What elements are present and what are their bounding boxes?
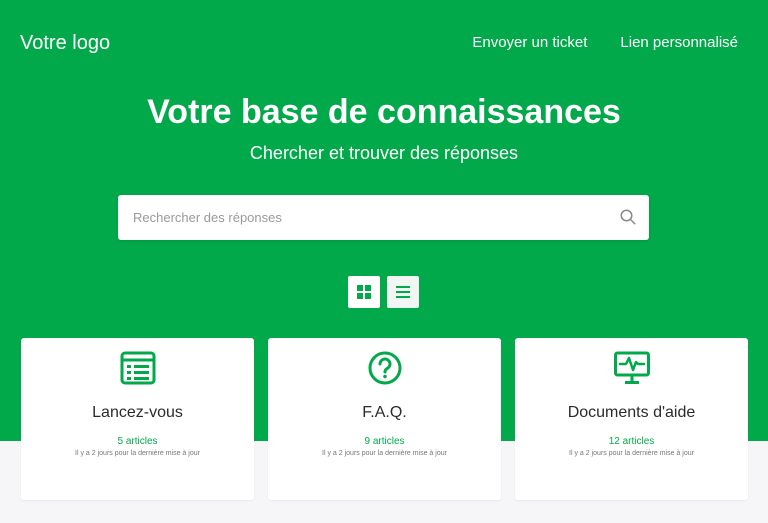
grid-icon [357, 285, 371, 299]
page-subtitle: Chercher et trouver des réponses [249, 143, 519, 163]
category-card-faq[interactable]: F.A.Q. 9 articles Il y a 2 jours pour la… [268, 338, 501, 500]
category-card-help-docs[interactable]: Documents d'aide 12 articles Il y a 2 jo… [515, 338, 748, 500]
view-toggle [348, 276, 419, 308]
list-icon [396, 286, 410, 298]
nav-link-send-ticket[interactable]: Envoyer un ticket [472, 33, 587, 53]
search-input[interactable] [118, 195, 649, 240]
page-title: Votre base de connaissances [147, 93, 621, 131]
card-title: F.A.Q. [362, 404, 407, 421]
category-card-getting-started[interactable]: Lancez-vous 5 articles Il y a 2 jours po… [21, 338, 254, 500]
last-updated: Il y a 2 jours pour la dernière mise à j… [569, 450, 694, 457]
last-updated: Il y a 2 jours pour la dernière mise à j… [75, 450, 200, 457]
card-title: Lancez-vous [92, 404, 183, 421]
search-icon[interactable] [619, 208, 637, 226]
top-nav: Envoyer un ticket Lien personnalisé [472, 33, 738, 53]
question-circle-icon [368, 351, 401, 385]
nav-link-custom[interactable]: Lien personnalisé [620, 33, 738, 53]
article-count: 12 articles [608, 436, 655, 447]
card-title: Documents d'aide [567, 404, 696, 421]
list-view-button[interactable] [387, 276, 419, 308]
last-updated: Il y a 2 jours pour la dernière mise à j… [322, 450, 447, 457]
logo[interactable]: Votre logo [20, 31, 110, 55]
search-bar [118, 195, 649, 240]
grid-view-button[interactable] [348, 276, 380, 308]
article-count: 9 articles [364, 436, 405, 447]
category-cards: Lancez-vous 5 articles Il y a 2 jours po… [21, 338, 748, 500]
list-document-icon [120, 351, 155, 385]
monitor-pulse-icon [613, 351, 650, 384]
article-count: 5 articles [117, 436, 158, 447]
